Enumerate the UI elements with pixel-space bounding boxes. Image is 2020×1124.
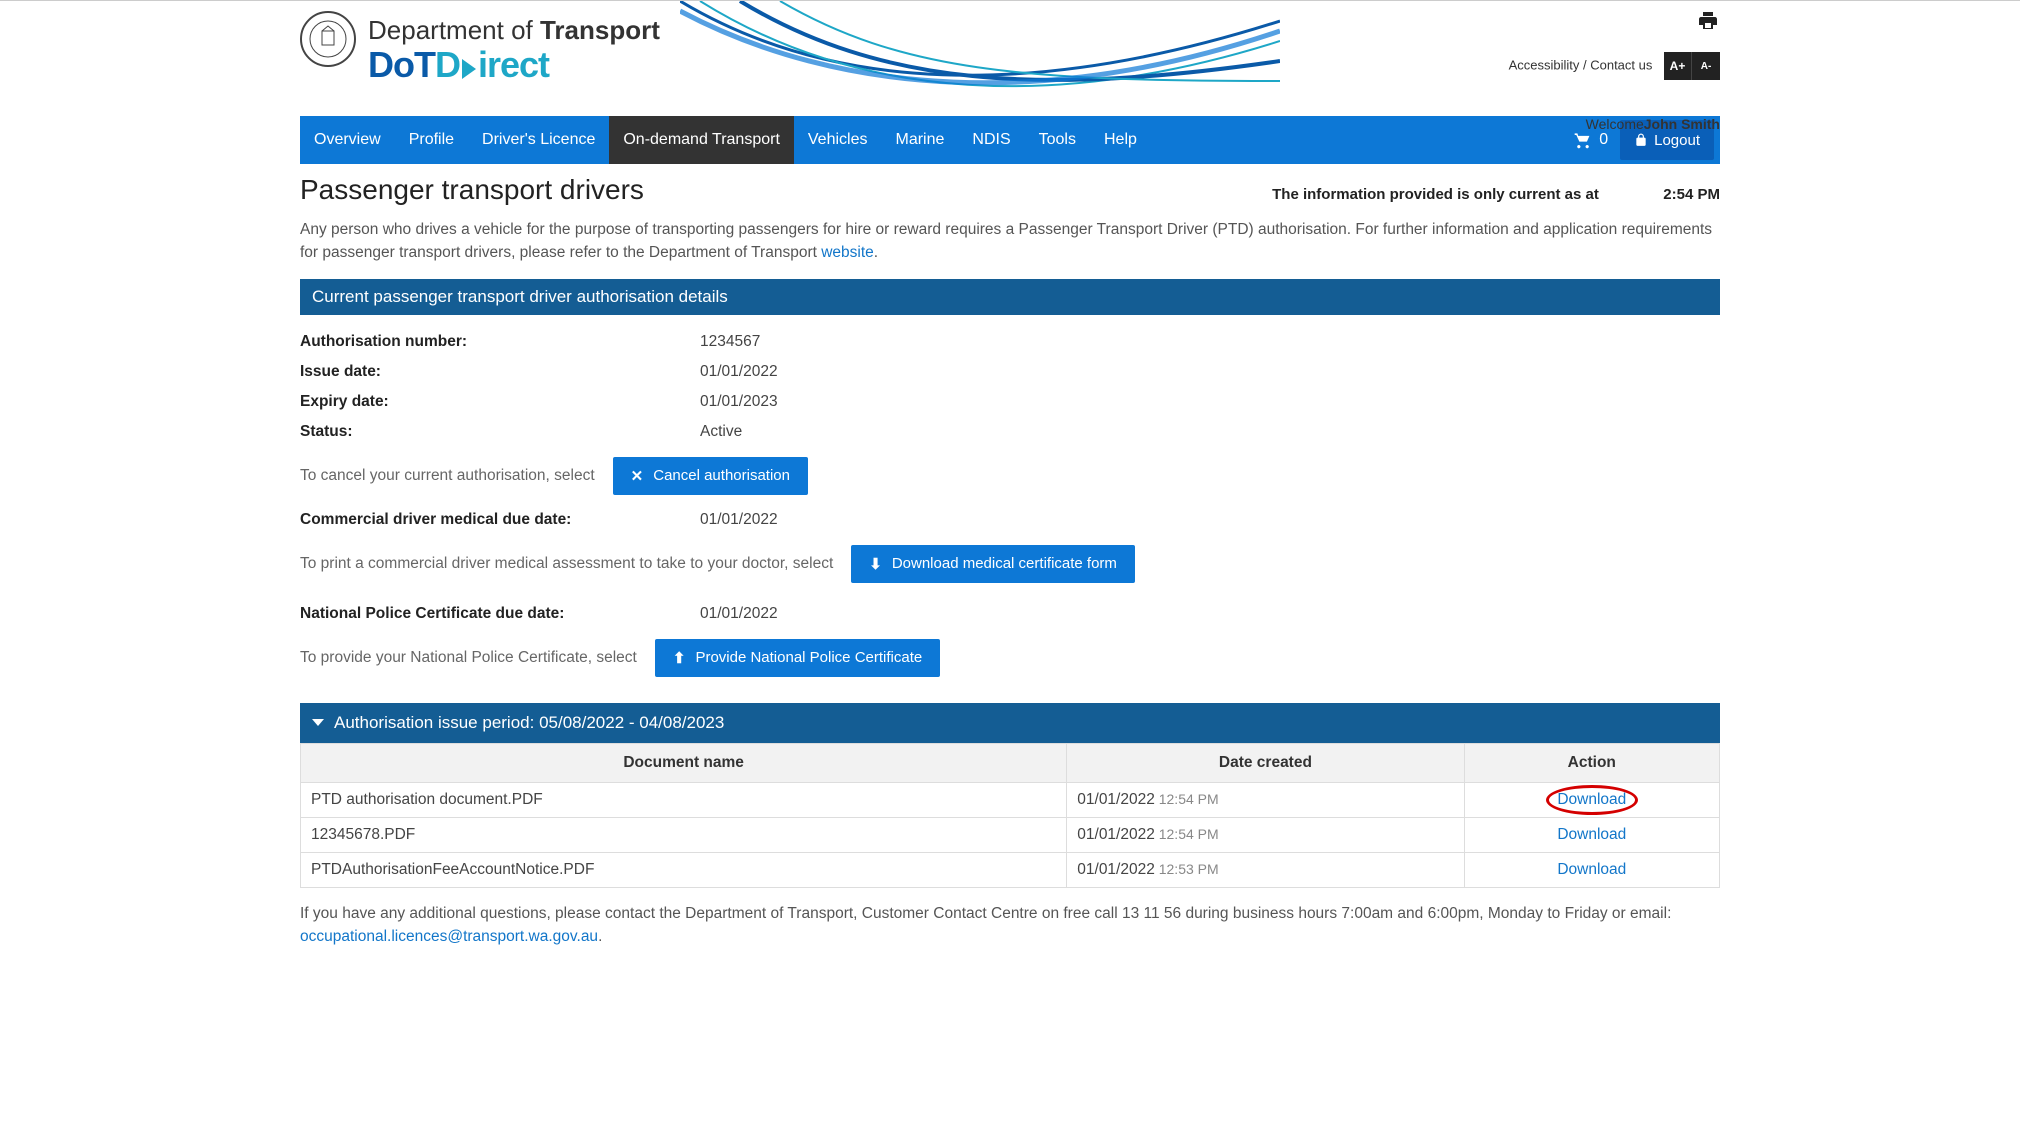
nav-tools[interactable]: Tools [1025, 116, 1090, 164]
upload-icon: ⬆ [673, 649, 686, 667]
medical-due-value: 01/01/2022 [700, 511, 778, 529]
medical-instruction: To print a commercial driver medical ass… [300, 555, 833, 573]
doc-action-cell: Download [1464, 782, 1719, 817]
close-icon: ✕ [631, 467, 644, 485]
npc-instruction: To provide your National Police Certific… [300, 649, 637, 667]
cancel-authorisation-button[interactable]: ✕ Cancel authorisation [613, 457, 808, 495]
auth-number-value: 1234567 [700, 333, 760, 351]
cancel-instruction: To cancel your current authorisation, se… [300, 467, 595, 485]
nav-overview[interactable]: Overview [300, 116, 395, 164]
status-label: Status: [300, 423, 700, 441]
npc-due-label: National Police Certificate due date: [300, 605, 700, 623]
npc-due-value: 01/01/2022 [700, 605, 778, 623]
accessibility-link[interactable]: Accessibility [1509, 57, 1580, 72]
expiry-date-value: 01/01/2023 [700, 393, 778, 411]
doc-name-cell: PTDAuthorisationFeeAccountNotice.PDF [301, 852, 1067, 887]
th-date-created: Date created [1067, 743, 1464, 782]
lock-icon [1634, 133, 1648, 147]
page-title: Passenger transport drivers [300, 174, 644, 206]
section-header: Current passenger transport driver autho… [300, 279, 1720, 315]
expiry-date-label: Expiry date: [300, 393, 700, 411]
nav-help[interactable]: Help [1090, 116, 1151, 164]
table-row: PTDAuthorisationFeeAccountNotice.PDF01/0… [301, 852, 1720, 887]
download-medical-form-button[interactable]: ⬇ Download medical certificate form [851, 545, 1135, 583]
download-link[interactable]: Download [1557, 861, 1626, 878]
contact-us-link[interactable]: Contact us [1590, 57, 1652, 72]
auth-number-label: Authorisation number: [300, 333, 700, 351]
table-row: 12345678.PDF01/01/2022 12:54 PM Download [301, 817, 1720, 852]
nav-marine[interactable]: Marine [881, 116, 958, 164]
issue-date-label: Issue date: [300, 363, 700, 381]
nav-ndis[interactable]: NDIS [958, 116, 1024, 164]
welcome-text: WelcomeJohn Smith [1509, 116, 1720, 132]
medical-due-label: Commercial driver medical due date: [300, 511, 700, 529]
nav-profile[interactable]: Profile [395, 116, 468, 164]
doc-date-cell: 01/01/2022 12:53 PM [1067, 852, 1464, 887]
info-current-time: 2:54 PM [1663, 186, 1720, 203]
status-value: Active [700, 423, 742, 441]
download-link[interactable]: Download [1557, 826, 1626, 843]
th-action: Action [1464, 743, 1719, 782]
intro-text: Any person who drives a vehicle for the … [300, 218, 1720, 265]
nav-on-demand-transport[interactable]: On-demand Transport [609, 116, 794, 164]
provide-npc-button[interactable]: ⬆ Provide National Police Certificate [655, 639, 940, 677]
cart-icon [1573, 130, 1593, 150]
wa-crest-icon [300, 11, 356, 67]
email-link[interactable]: occupational.licences@transport.wa.gov.a… [300, 928, 598, 945]
nav-drivers-licence[interactable]: Driver's Licence [468, 116, 609, 164]
header: Department of Transport DoTDirect Access… [300, 1, 1720, 116]
dotdirect-logo: DoTDirect [368, 44, 660, 86]
accordion-header[interactable]: Authorisation issue period: 05/08/2022 -… [300, 703, 1720, 743]
info-current-label: The information provided is only current… [1272, 186, 1599, 203]
table-row: PTD authorisation document.PDF01/01/2022… [301, 782, 1720, 817]
department-name: Department of Transport [368, 15, 660, 46]
main-nav: Overview Profile Driver's Licence On-dem… [300, 116, 1720, 164]
documents-table: Document name Date created Action PTD au… [300, 743, 1720, 888]
th-doc-name: Document name [301, 743, 1067, 782]
doc-date-cell: 01/01/2022 12:54 PM [1067, 817, 1464, 852]
doc-name-cell: 12345678.PDF [301, 817, 1067, 852]
print-icon[interactable] [1696, 9, 1720, 33]
doc-name-cell: PTD authorisation document.PDF [301, 782, 1067, 817]
font-decrease-button[interactable]: A- [1692, 52, 1720, 80]
chevron-down-icon [312, 719, 324, 726]
issue-date-value: 01/01/2022 [700, 363, 778, 381]
download-icon: ⬇ [869, 555, 882, 573]
font-increase-button[interactable]: A+ [1664, 52, 1692, 80]
footer-note: If you have any additional questions, pl… [300, 902, 1720, 949]
doc-action-cell: Download [1464, 817, 1719, 852]
doc-date-cell: 01/01/2022 12:54 PM [1067, 782, 1464, 817]
download-link[interactable]: Download [1557, 791, 1626, 808]
nav-vehicles[interactable]: Vehicles [794, 116, 882, 164]
doc-action-cell: Download [1464, 852, 1719, 887]
website-link[interactable]: website [821, 244, 874, 261]
